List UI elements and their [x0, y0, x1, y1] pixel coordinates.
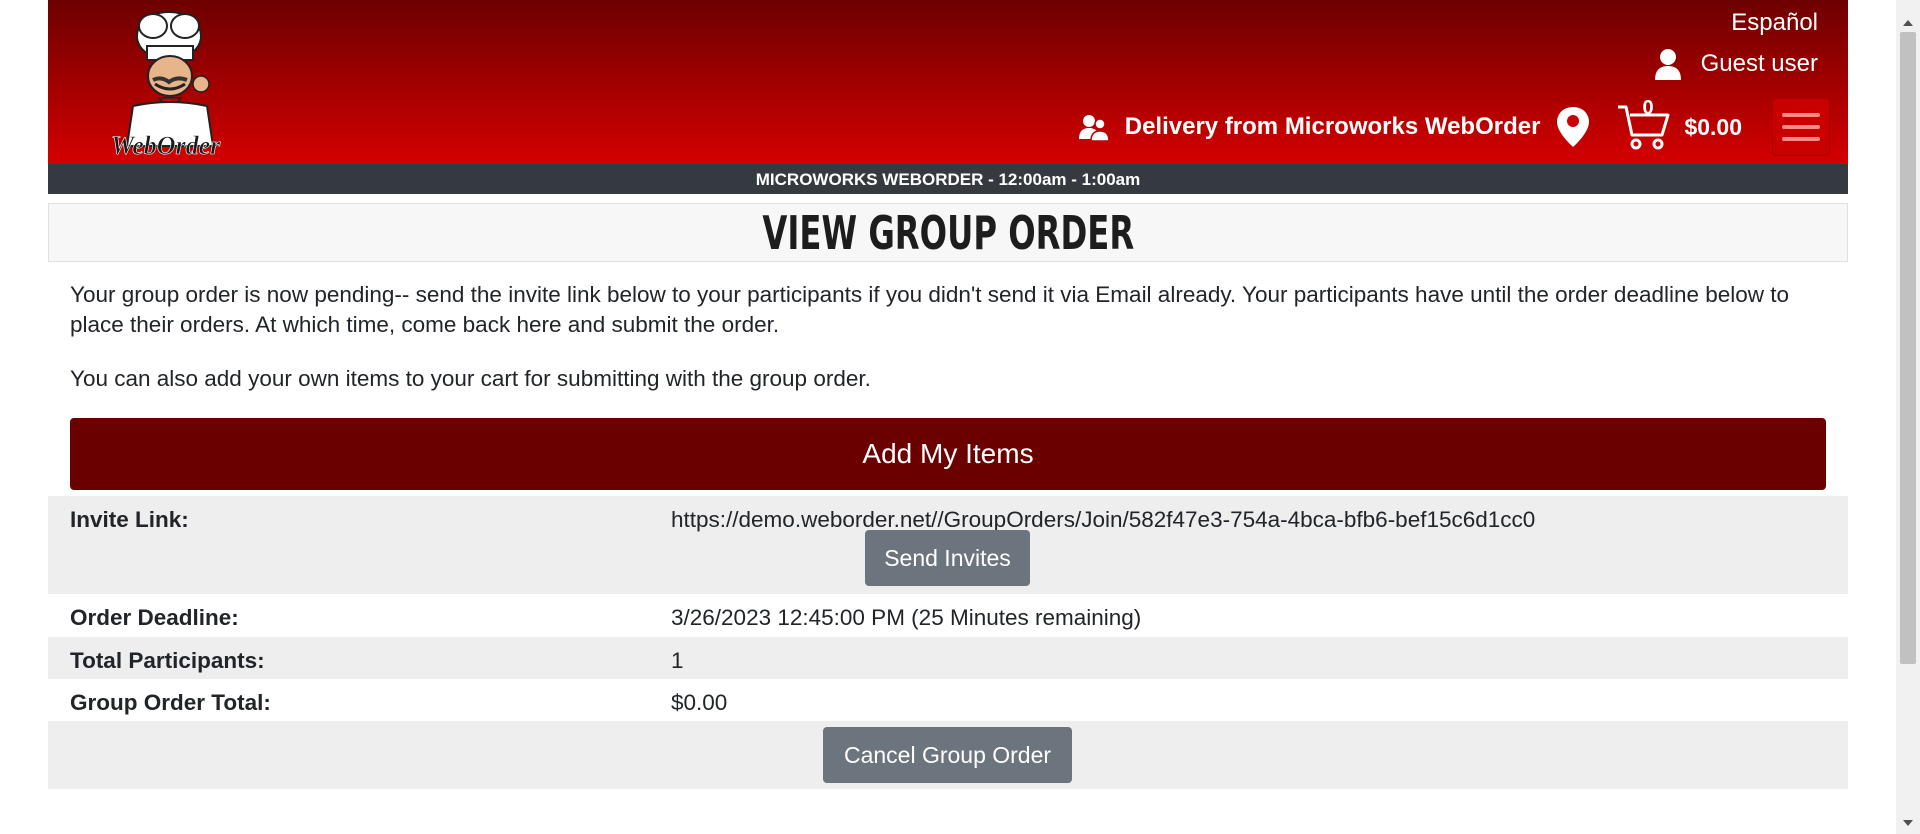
user-account[interactable]: Guest user — [1654, 48, 1818, 80]
cancel-group-order-button[interactable]: Cancel Group Order — [823, 727, 1072, 783]
page-title: VIEW GROUP ORDER — [762, 206, 1134, 260]
order-deadline-label: Order Deadline: — [70, 605, 239, 630]
main-content: Your group order is now pending-- send t… — [48, 262, 1848, 789]
hamburger-menu-button[interactable] — [1772, 98, 1830, 156]
user-icon — [1654, 49, 1681, 80]
scroll-thumb[interactable] — [1900, 32, 1916, 664]
invite-link-label: Invite Link: — [70, 507, 189, 532]
scroll-down-arrow-icon[interactable] — [1903, 820, 1913, 826]
delivery-selector[interactable]: Delivery from Microworks WebOrder — [1077, 113, 1541, 141]
total-participants-value: 1 — [671, 648, 684, 673]
group-order-total-label: Group Order Total: — [70, 690, 271, 715]
order-summary-row: Delivery from Microworks WebOrder 0 $0.0… — [1077, 97, 1830, 156]
user-label: Guest user — [1700, 50, 1818, 77]
cancel-row: Cancel Group Order — [48, 721, 1848, 789]
language-link[interactable]: Español — [1655, 8, 1818, 38]
invite-link-value[interactable]: https://demo.weborder.net//GroupOrders/J… — [671, 505, 1826, 594]
total-participants-row: Total Participants: 1 — [48, 637, 1848, 679]
delivery-label: Delivery from Microworks WebOrder — [1124, 113, 1541, 140]
send-invites-button[interactable]: Send Invites — [865, 530, 1030, 586]
chef-logo[interactable]: WebOrder — [103, 6, 243, 160]
group-order-total-value: $0.00 — [671, 690, 728, 715]
svg-text:WebOrder: WebOrder — [111, 131, 221, 160]
cart-total: $0.00 — [1684, 113, 1742, 140]
order-deadline-value: 3/26/2023 12:45:00 PM (25 Minutes remain… — [671, 605, 1142, 630]
intro-paragraph-1: Your group order is now pending-- send t… — [70, 282, 1790, 337]
page-title-box: VIEW GROUP ORDER — [48, 203, 1848, 262]
total-participants-label: Total Participants: — [70, 648, 265, 673]
add-my-items-button[interactable]: Add My Items — [70, 418, 1826, 490]
header-top-right: Español Guest user — [1654, 8, 1818, 80]
location-pin-icon[interactable] — [1556, 106, 1590, 148]
scroll-up-arrow-icon[interactable] — [1903, 20, 1913, 26]
page-container: WebOrder Español Guest user Delivery fro… — [48, 0, 1848, 789]
cart-button[interactable]: 0 — [1616, 97, 1670, 151]
hamburger-menu-icon — [1782, 113, 1820, 117]
intro-paragraph-2: You can also add your own items to your … — [70, 366, 871, 391]
vertical-scrollbar[interactable] — [1896, 0, 1920, 834]
order-deadline-row: Order Deadline: 3/26/2023 12:45:00 PM (2… — [48, 594, 1848, 637]
cart-count: 0 — [1642, 97, 1654, 119]
site-header: WebOrder Español Guest user Delivery fro… — [48, 0, 1848, 164]
store-hours-bar: MICROWORKS WEBORDER - 12:00am - 1:00am — [48, 164, 1848, 194]
group-order-total-row: Group Order Total: $0.00 — [48, 679, 1848, 721]
group-icon — [1078, 115, 1110, 141]
